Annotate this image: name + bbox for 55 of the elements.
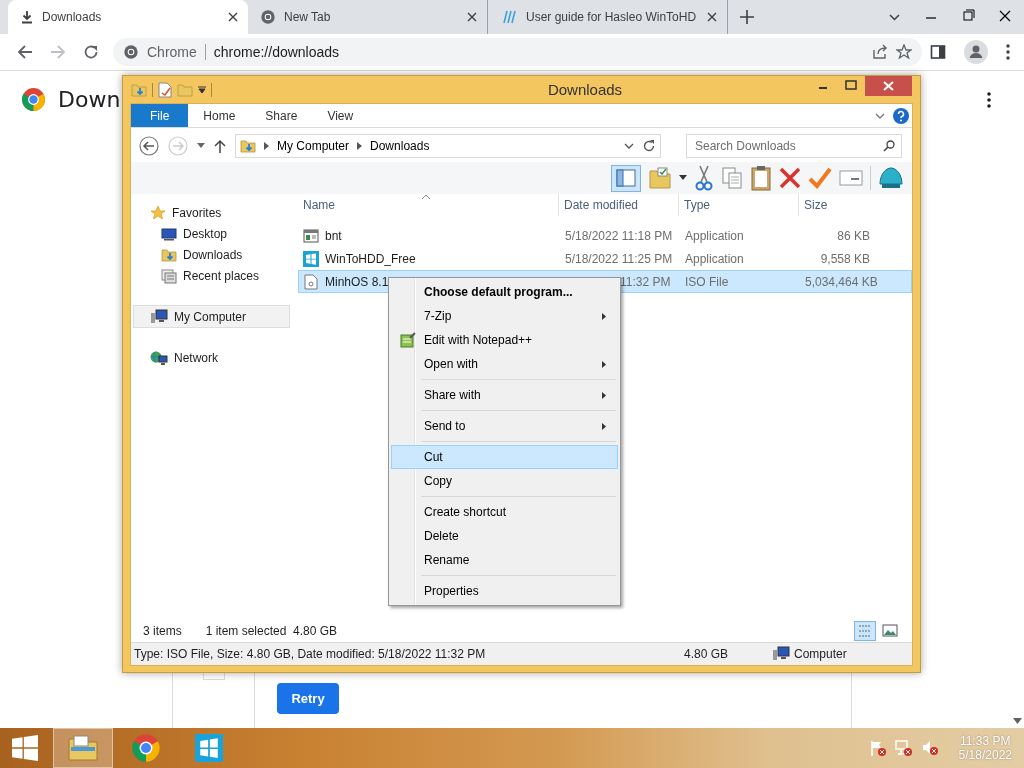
nav-item[interactable]: Desktop bbox=[133, 223, 290, 244]
menu-item[interactable]: 7-Zip bbox=[391, 304, 618, 328]
retry-button[interactable]: Retry bbox=[277, 683, 339, 714]
file-row[interactable]: WinToHDD_Free 5/18/2022 11:25 PM Application 9,558 KB bbox=[298, 247, 912, 270]
ribbon-tab[interactable]: View bbox=[312, 104, 369, 127]
nav-item[interactable]: Downloads bbox=[133, 244, 290, 265]
menu-item[interactable]: Choose default program... bbox=[391, 280, 618, 304]
browser-tab[interactable]: Downloads bbox=[8, 0, 248, 34]
size-cell-text: 86 KB bbox=[836, 228, 871, 243]
menu-item[interactable]: Create shortcut bbox=[391, 500, 618, 524]
column-header[interactable]: Size bbox=[799, 194, 873, 216]
file-row[interactable]: bnt 5/18/2022 11:18 PM Application 86 KB bbox=[298, 224, 912, 247]
file-name: bnt bbox=[325, 228, 342, 243]
ribbon-tab[interactable]: Home bbox=[188, 104, 251, 127]
menu-item[interactable]: Delete bbox=[391, 524, 618, 548]
menu-item[interactable]: Share with bbox=[391, 383, 618, 407]
date-cell-text: 11:32 PM bbox=[619, 274, 672, 289]
browser-tab[interactable]: New Tab bbox=[248, 0, 488, 34]
menu-item[interactable]: Cut bbox=[391, 445, 618, 469]
menu-item[interactable]: Rename bbox=[391, 548, 618, 572]
breadcrumb-item[interactable]: Downloads bbox=[370, 139, 430, 153]
nav-item[interactable]: Recent places bbox=[133, 265, 290, 286]
search-field[interactable]: Search Downloads bbox=[686, 134, 902, 158]
menu-item[interactable]: Edit with Notepad++ bbox=[391, 328, 618, 352]
item-count: 3 items bbox=[143, 624, 182, 638]
date-cell-text: 5/18/2022 11:25 PM bbox=[564, 251, 674, 266]
browser-tab[interactable]: User guide for Hasleo WinToHD bbox=[488, 0, 728, 34]
file-name: WinToHDD_Free bbox=[325, 251, 416, 266]
menu-item[interactable]: Properties bbox=[391, 579, 618, 603]
page-title: Down bbox=[58, 87, 121, 112]
file-size: 4.80 GB bbox=[684, 647, 730, 661]
address-bar[interactable]: Chrome chrome://downloads bbox=[113, 38, 922, 66]
menu-item[interactable]: Send to bbox=[391, 414, 618, 438]
menu-item[interactable]: Open with bbox=[391, 352, 618, 376]
file-details: Type: ISO File, Size: 4.80 GB, Date modified: 5/18/2022 11:32 PM bbox=[133, 647, 487, 661]
type-cell-text: Application bbox=[684, 228, 745, 243]
ribbon-tab[interactable]: File bbox=[131, 104, 189, 127]
column-header[interactable]: Name bbox=[298, 194, 559, 216]
column-header[interactable]: Type bbox=[679, 194, 799, 216]
window-title: Downloads bbox=[546, 81, 624, 98]
nav-item[interactable]: My Computer bbox=[133, 305, 290, 328]
ribbon-tab[interactable]: Share bbox=[250, 104, 313, 127]
selection-info: 1 item selected 4.80 GB bbox=[205, 624, 338, 638]
date-cell-text: 5/18/2022 11:18 PM bbox=[564, 228, 674, 243]
address-field[interactable]: My Computer Downloads bbox=[235, 134, 661, 158]
menu-item[interactable]: Copy bbox=[391, 469, 618, 493]
size-cell-text: 9,558 KB bbox=[819, 251, 871, 266]
nav-item[interactable]: Favorites bbox=[133, 202, 290, 223]
location-label: Computer bbox=[794, 647, 847, 661]
nav-item[interactable]: Network bbox=[133, 347, 290, 368]
type-cell-text: Application bbox=[684, 251, 745, 266]
type-cell-text: ISO File bbox=[684, 274, 730, 289]
file-name: MinhOS 8.1 bbox=[325, 274, 389, 289]
column-header[interactable]: Date modified bbox=[559, 194, 679, 216]
breadcrumb-item[interactable]: My Computer bbox=[277, 139, 350, 153]
